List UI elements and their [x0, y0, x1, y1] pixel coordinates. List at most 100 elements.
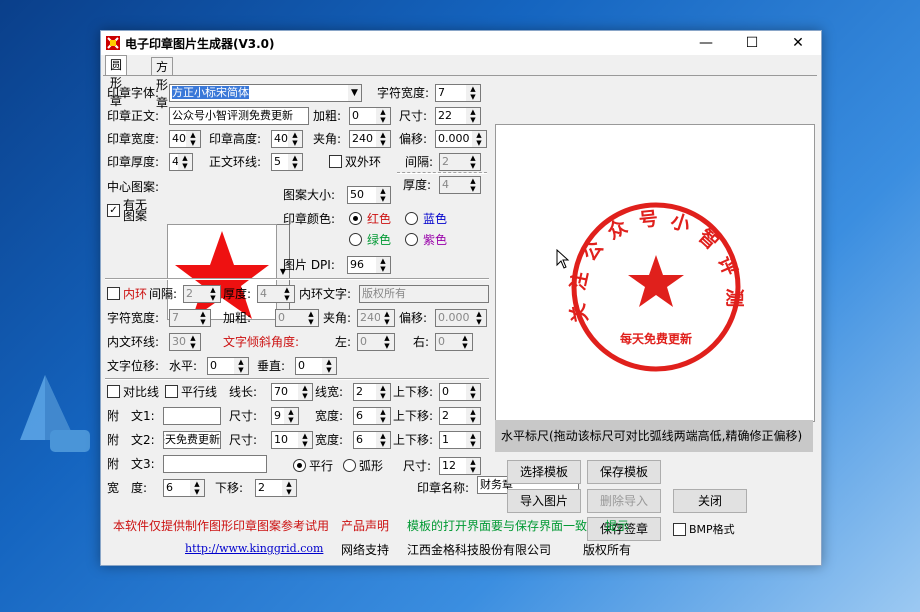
color-blue-radio[interactable]	[405, 212, 418, 225]
down-spinner[interactable]: ▲ ▼	[282, 479, 297, 497]
parallel-line-checkbox[interactable]	[165, 385, 178, 398]
minimize-icon[interactable]: —	[683, 31, 729, 55]
text1-input[interactable]	[163, 407, 221, 425]
pattern-preview[interactable]	[167, 224, 277, 320]
tab-circle-seal[interactable]: 圆形章	[105, 55, 128, 108]
save-template-button[interactable]: 保存模板	[587, 460, 661, 484]
line-len-spinner[interactable]: ▲ ▼	[298, 383, 313, 401]
char-width-input[interactable]: 7	[435, 84, 467, 102]
seal-height-input[interactable]: 40	[271, 130, 289, 148]
angle-input[interactable]: 240	[349, 130, 377, 148]
char-w2-spinner[interactable]: ▲ ▼	[196, 309, 211, 327]
size3-spinner[interactable]: ▲ ▼	[466, 457, 481, 475]
pattern-size-input[interactable]: 50	[347, 186, 377, 204]
thick2-input[interactable]: 4	[439, 176, 467, 194]
right-input[interactable]: 0	[435, 333, 459, 351]
updown3-input[interactable]: 1	[439, 431, 467, 449]
inner-thick-input[interactable]: 4	[257, 285, 281, 303]
size-spinner[interactable]: ▲ ▼	[466, 107, 481, 125]
bmp-format-checkbox[interactable]	[673, 523, 686, 536]
updown2-input[interactable]: 2	[439, 407, 467, 425]
width1-spinner[interactable]: ▲ ▼	[376, 407, 391, 425]
compare-line-checkbox[interactable]	[107, 385, 120, 398]
size1-input[interactable]: 9	[271, 407, 285, 425]
line-width-input[interactable]: 2	[353, 383, 377, 401]
size1-spinner[interactable]: ▲ ▼	[284, 407, 299, 425]
inner-gap-input[interactable]: 2	[183, 285, 207, 303]
close-icon[interactable]: ✕	[775, 31, 821, 55]
offset2-input[interactable]: 0.000	[435, 309, 473, 327]
angle2-input[interactable]: 240	[357, 309, 381, 327]
color-purple-radio[interactable]	[405, 233, 418, 246]
body-input[interactable]: 公众号小智评测免费更新	[169, 107, 309, 125]
down-input[interactable]: 2	[255, 479, 283, 497]
angle-spinner[interactable]: ▲ ▼	[376, 130, 391, 148]
ring-input[interactable]: 5	[271, 153, 289, 171]
inner-ring-checkbox[interactable]	[107, 287, 120, 300]
width-input[interactable]: 6	[163, 479, 191, 497]
maximize-icon[interactable]: ☐	[729, 31, 775, 55]
horiz-input[interactable]: 0	[207, 357, 235, 375]
inner-thick-spinner[interactable]: ▲ ▼	[280, 285, 295, 303]
seal-width-input[interactable]: 40	[169, 130, 187, 148]
has-pattern-checkbox[interactable]: ✓	[107, 204, 120, 217]
product-statement-link[interactable]: 产品声明	[341, 517, 389, 534]
width-spinner[interactable]: ▲ ▼	[190, 479, 205, 497]
dpi-spinner[interactable]: ▲ ▼	[376, 256, 391, 274]
color-green-radio[interactable]	[349, 233, 362, 246]
gap-input[interactable]: 2	[439, 153, 467, 171]
size-input[interactable]: 22	[435, 107, 467, 125]
website-link[interactable]: http://www.kinggrid.com	[185, 542, 323, 555]
offset-input[interactable]: 0.000	[435, 130, 473, 148]
left-spinner[interactable]: ▲ ▼	[380, 333, 395, 351]
ring-spinner[interactable]: ▲ ▼	[288, 153, 303, 171]
vert-spinner[interactable]: ▲ ▼	[322, 357, 337, 375]
left-input[interactable]: 0	[357, 333, 381, 351]
seal-width-spinner[interactable]: ▲ ▼	[186, 130, 201, 148]
offset2-spinner[interactable]: ▲ ▼	[472, 309, 487, 327]
arc-radio[interactable]	[343, 459, 356, 472]
thickness-spinner[interactable]: ▲ ▼	[178, 153, 193, 171]
size2-spinner[interactable]: ▲ ▼	[298, 431, 313, 449]
import-image-button[interactable]: 导入图片	[507, 489, 581, 513]
horiz-spinner[interactable]: ▲ ▼	[234, 357, 249, 375]
seal-height-spinner[interactable]: ▲ ▼	[288, 130, 303, 148]
double-ring-checkbox[interactable]	[329, 155, 342, 168]
inner-ring2-input[interactable]: 30	[169, 333, 187, 351]
bold2-input[interactable]: 0	[275, 309, 305, 327]
parallel-radio[interactable]	[293, 459, 306, 472]
char-w2-input[interactable]: 7	[169, 309, 197, 327]
thick2-spinner[interactable]: ▲ ▼	[466, 176, 481, 194]
horizontal-ruler[interactable]: 水平标尺(拖动该标尺可对比弧线两端高低,精确修正偏移)	[495, 420, 813, 452]
inner-ring2-spinner[interactable]: ▲ ▼	[186, 333, 201, 351]
pattern-size-spinner[interactable]: ▲ ▼	[376, 186, 391, 204]
delete-import-button[interactable]: 删除导入	[587, 489, 661, 513]
select-template-button[interactable]: 选择模板	[507, 460, 581, 484]
color-red-radio[interactable]	[349, 212, 362, 225]
tab-square-seal[interactable]: 方形章	[151, 57, 174, 110]
bold2-spinner[interactable]: ▲ ▼	[304, 309, 319, 327]
width2-spinner[interactable]: ▲ ▼	[376, 431, 391, 449]
line-width-spinner[interactable]: ▲ ▼	[376, 383, 391, 401]
line-len-input[interactable]: 70	[271, 383, 299, 401]
width2-input[interactable]: 6	[353, 431, 377, 449]
gap-spinner[interactable]: ▲ ▼	[466, 153, 481, 171]
dpi-input[interactable]: 96	[347, 256, 377, 274]
text2-input[interactable]: 每天免费更新	[163, 431, 221, 449]
vert-input[interactable]: 0	[295, 357, 323, 375]
size2-input[interactable]: 10	[271, 431, 299, 449]
updown1-input[interactable]: 0	[439, 383, 467, 401]
updown3-spinner[interactable]: ▲ ▼	[466, 431, 481, 449]
offset-spinner[interactable]: ▲ ▼	[472, 130, 487, 148]
inner-gap-spinner[interactable]: ▲ ▼	[206, 285, 221, 303]
updown2-spinner[interactable]: ▲ ▼	[466, 407, 481, 425]
inner-text-input[interactable]: 版权所有	[359, 285, 489, 303]
char-width-spinner[interactable]: ▲ ▼	[466, 84, 481, 102]
bold-input[interactable]: 0	[349, 107, 377, 125]
tip-link[interactable]: 提示	[605, 517, 629, 534]
size3-input[interactable]: 12	[439, 457, 467, 475]
font-select[interactable]: 方正小标宋简体	[169, 84, 349, 102]
bold-spinner[interactable]: ▲ ▼	[376, 107, 391, 125]
close-button[interactable]: 关闭	[673, 489, 747, 513]
width1-input[interactable]: 6	[353, 407, 377, 425]
